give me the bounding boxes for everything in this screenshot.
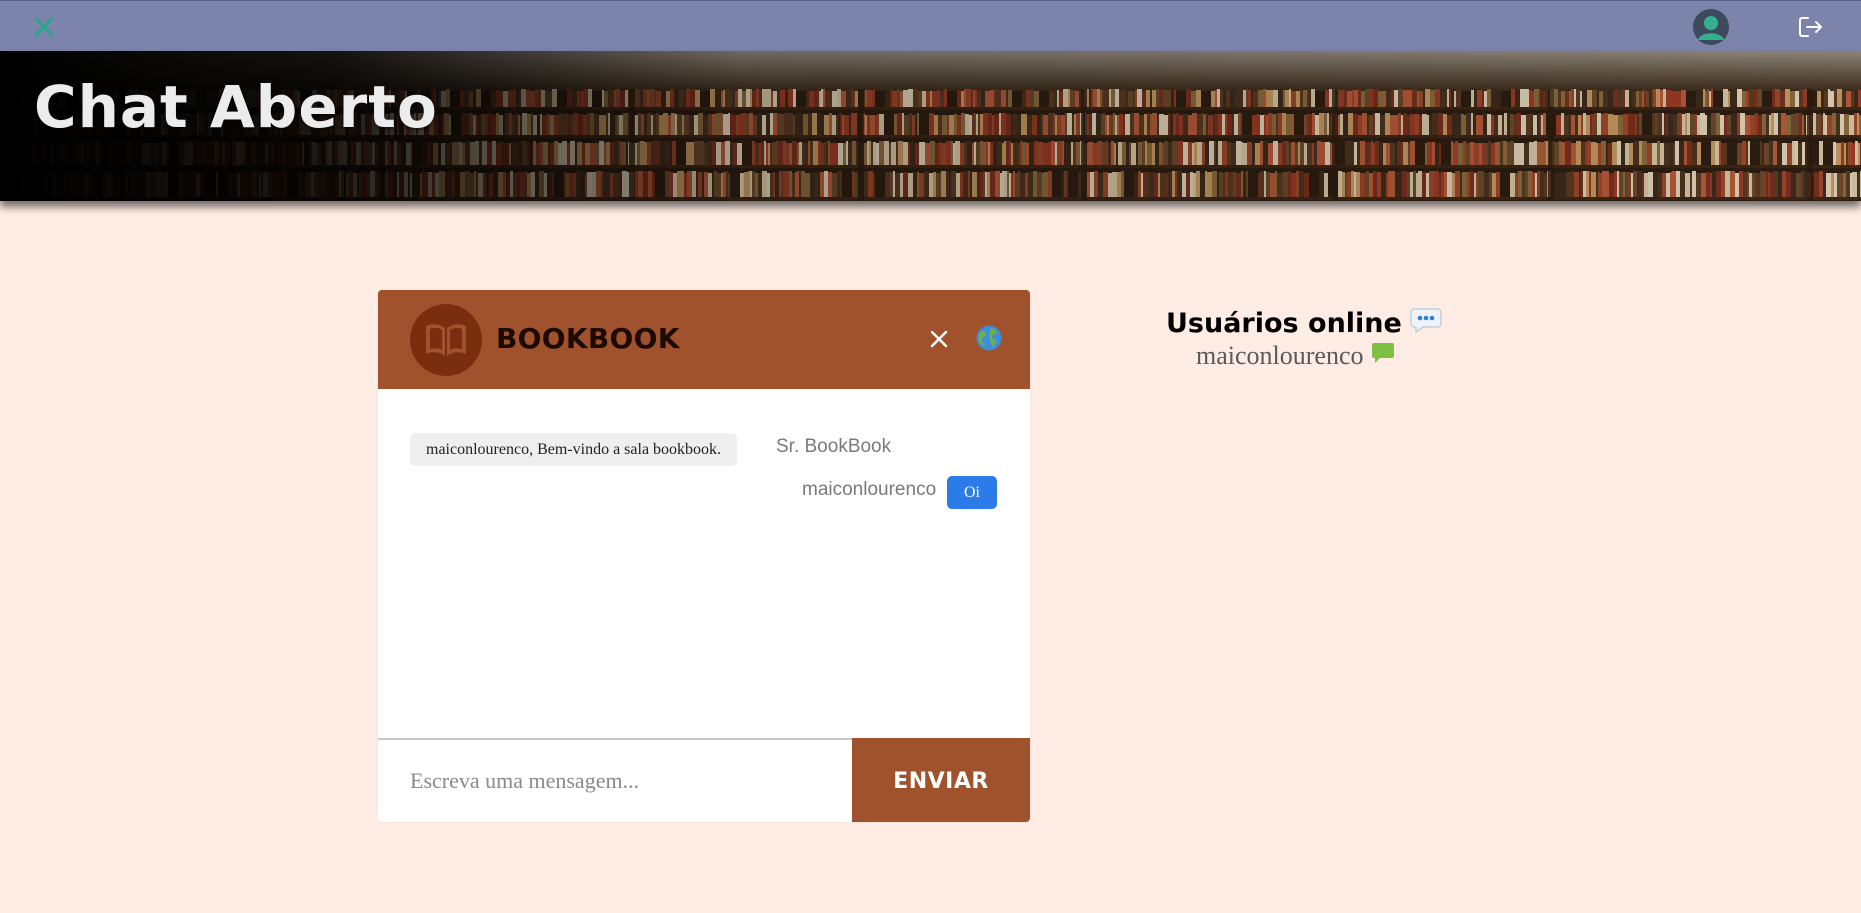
top-navbar	[0, 0, 1861, 51]
send-button[interactable]: ENVIAR	[852, 738, 1030, 822]
close-icon[interactable]	[926, 326, 952, 352]
message-sender-incoming: Sr. BookBook	[776, 436, 892, 457]
online-user-name: maiconlourenco	[1196, 341, 1364, 370]
user-avatar-icon[interactable]	[1693, 9, 1729, 45]
page-title: Chat Aberto	[34, 73, 438, 141]
message-composer: ENVIAR	[378, 738, 1030, 822]
room-name: BOOKBOOK	[496, 322, 680, 355]
x-icon[interactable]	[30, 13, 58, 41]
speech-bubble-icon	[1410, 306, 1442, 341]
message-input[interactable]	[378, 740, 852, 822]
book-icon	[410, 304, 482, 376]
online-user-item[interactable]: maiconlourenco	[1196, 341, 1395, 371]
chat-window: BOOKBOOK maiconlourenco, Bem-vindo a sal…	[378, 290, 1030, 822]
chat-bubble-icon	[1371, 341, 1395, 371]
chat-header: BOOKBOOK	[378, 290, 1030, 389]
message-bubble-incoming: maiconlourenco, Bem-vindo a sala bookboo…	[410, 433, 738, 466]
online-users-title: Usuários online	[1166, 308, 1402, 339]
online-users-heading: Usuários online	[1166, 306, 1442, 341]
logout-icon[interactable]	[1797, 13, 1825, 41]
header-banner: Chat Aberto	[0, 51, 1861, 201]
message-sender-outgoing: maiconlourenco	[802, 479, 937, 500]
globe-icon[interactable]	[975, 324, 1003, 352]
message-bubble-outgoing: Oi	[947, 476, 997, 509]
